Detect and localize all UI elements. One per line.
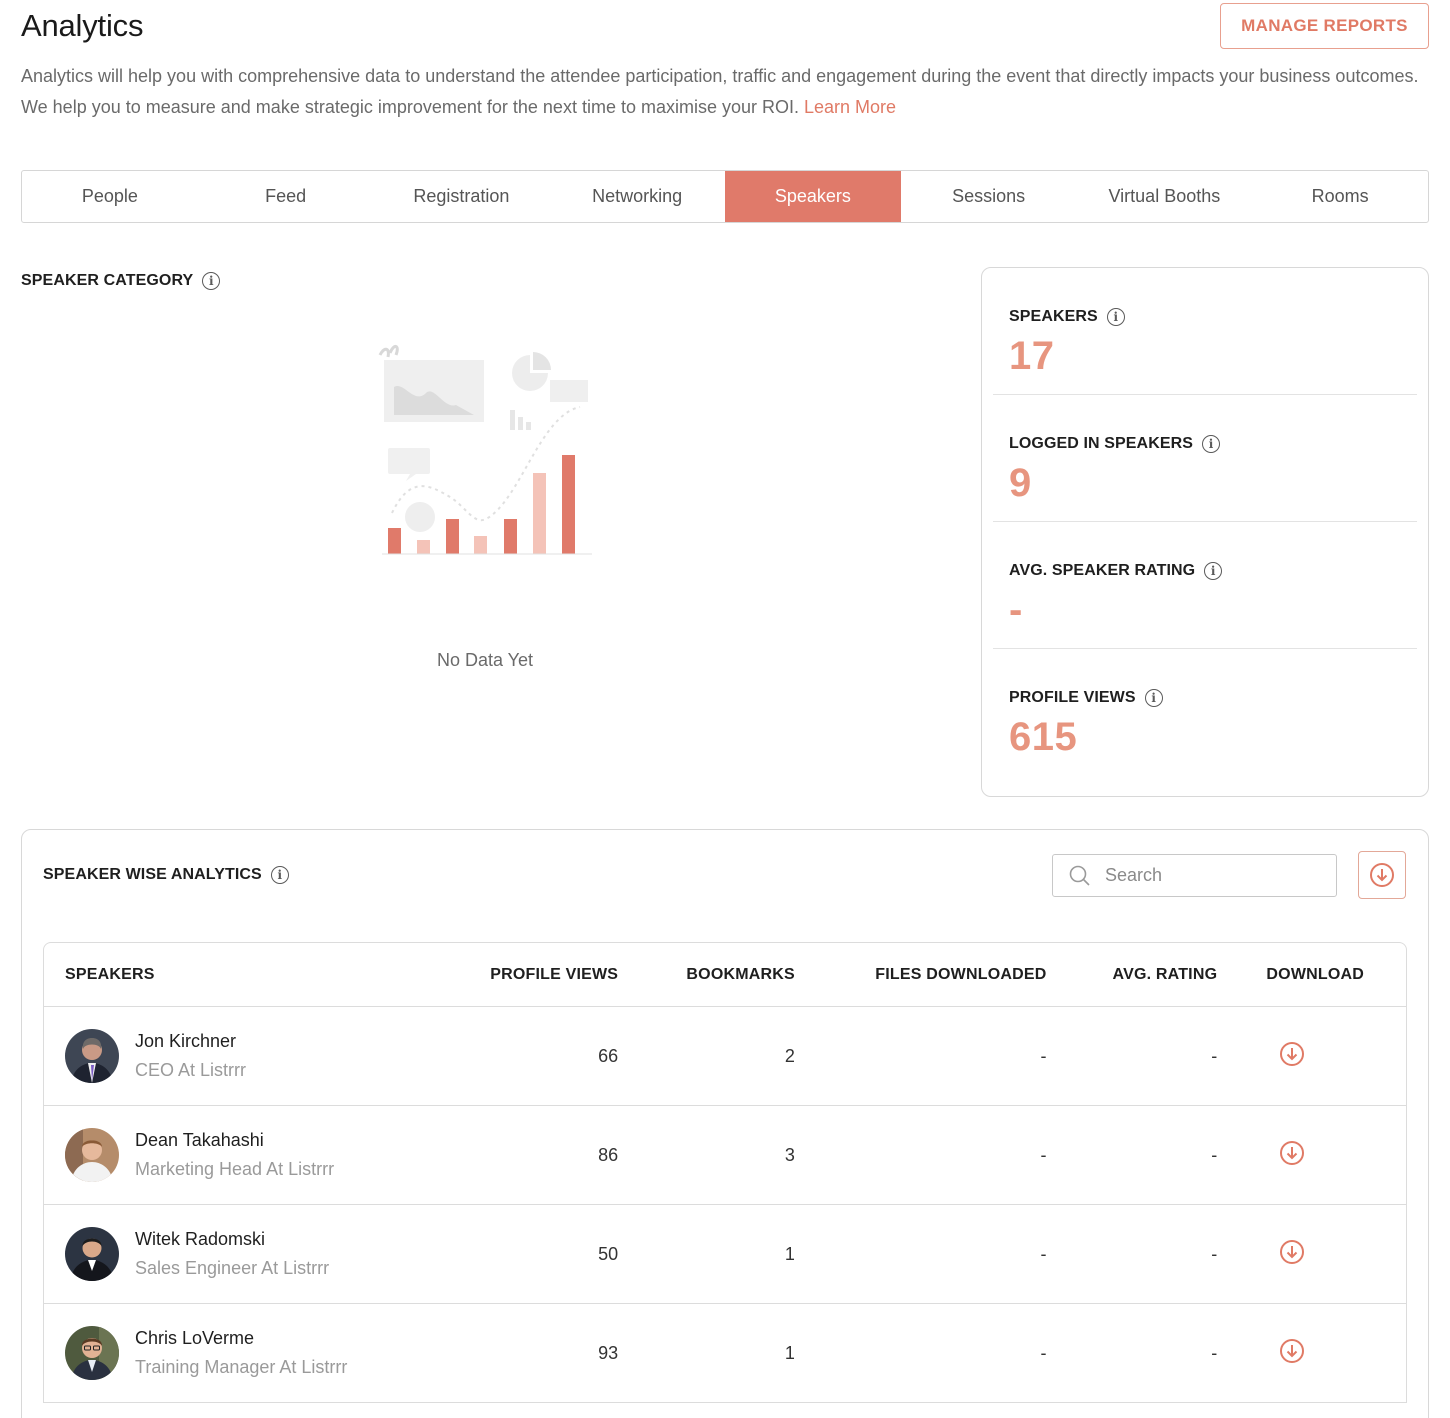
speaker-table: SPEAKERS PROFILE VIEWS BOOKMARKS FILES D…: [43, 942, 1407, 1403]
avg-rating-value: -: [1211, 1045, 1218, 1066]
files-downloaded-value: -: [1040, 1342, 1047, 1363]
table-row: Witek Radomski Sales Engineer At Listrrr …: [44, 1205, 1406, 1304]
bookmarks-value: 2: [784, 1045, 795, 1066]
col-speakers: SPEAKERS: [65, 965, 155, 983]
row-download-button[interactable]: [1279, 1041, 1305, 1067]
tab-registration[interactable]: Registration: [374, 171, 550, 222]
col-bookmarks: BOOKMARKS: [686, 965, 795, 983]
tab-rooms[interactable]: Rooms: [1252, 171, 1428, 222]
speaker-category-header: SPEAKER CATEGORY i: [21, 272, 221, 290]
no-data-text: No Data Yet: [436, 650, 534, 670]
tab-speakers[interactable]: Speakers: [725, 171, 901, 222]
profile-views-value: 50: [598, 1243, 619, 1264]
tab-feed[interactable]: Feed: [198, 171, 374, 222]
search-icon: [1069, 865, 1090, 886]
avg-rating-value: -: [1211, 1144, 1218, 1165]
speaker-name: Witek Radomski: [135, 1229, 266, 1249]
stat-label: PROFILE VIEWS: [1009, 689, 1136, 706]
intro-body: Analytics will help you with comprehensi…: [21, 66, 1419, 117]
avatar: [65, 1128, 119, 1182]
info-icon[interactable]: i: [1144, 689, 1163, 707]
speaker-wise-analytics-card: SPEAKER WISE ANALYTICS i SPEAKERS PROFIL…: [21, 829, 1429, 1418]
avatar: [65, 1227, 119, 1281]
profile-views-value: 66: [598, 1045, 619, 1066]
tab-sessions[interactable]: Sessions: [901, 171, 1077, 222]
download-icon: [1370, 863, 1394, 887]
info-icon[interactable]: i: [270, 866, 289, 884]
files-downloaded-value: -: [1040, 1045, 1047, 1066]
stat-value: 615: [1009, 715, 1078, 759]
table-row: Chris LoVerme Training Manager At Listrrr…: [44, 1304, 1406, 1403]
analytics-tabs: People Feed Registration Networking Spea…: [21, 170, 1429, 223]
speaker-role: Marketing Head At Listrrr: [135, 1159, 335, 1179]
stats-panel: SPEAKERS i 17 LOGGED IN SPEAKERS i 9 AVG. …: [981, 267, 1429, 797]
stat-label: AVG. SPEAKER RATING: [1009, 562, 1196, 579]
search-input[interactable]: [1105, 865, 1325, 886]
tab-networking[interactable]: Networking: [549, 171, 725, 222]
stat-speakers: SPEAKERS i 17: [993, 268, 1417, 395]
bookmarks-value: 1: [784, 1342, 795, 1363]
stat-value: -: [1009, 588, 1023, 632]
stat-profile-views: PROFILE VIEWS i 615: [993, 649, 1417, 776]
info-icon[interactable]: i: [1106, 308, 1125, 326]
table-row: Jon Kirchner CEO At Listrrr 66 2 - -: [44, 1007, 1406, 1106]
table-header: SPEAKERS PROFILE VIEWS BOOKMARKS FILES D…: [44, 943, 1406, 1007]
row-download-button[interactable]: [1279, 1338, 1305, 1364]
download-icon: [1279, 1041, 1304, 1066]
col-download: DOWNLOAD: [1266, 965, 1365, 983]
speaker-role: Sales Engineer At Listrrr: [135, 1258, 330, 1278]
profile-views-value: 93: [598, 1342, 619, 1363]
info-icon[interactable]: i: [202, 272, 221, 290]
download-icon: [1279, 1140, 1304, 1165]
files-downloaded-value: -: [1040, 1243, 1047, 1264]
learn-more-link[interactable]: Learn More: [804, 97, 896, 117]
profile-views-value: 86: [598, 1144, 619, 1165]
speaker-role: Training Manager At Listrrr: [135, 1357, 348, 1377]
page-title: Analytics: [21, 8, 144, 43]
avatar: [65, 1326, 119, 1380]
speaker-wise-title: SPEAKER WISE ANALYTICS: [43, 866, 262, 883]
download-icon: [1279, 1239, 1304, 1264]
col-files-downloaded: FILES DOWNLOADED: [875, 965, 1047, 983]
stat-value: 17: [1009, 334, 1055, 378]
download-icon: [1279, 1338, 1304, 1363]
bookmarks-value: 3: [784, 1144, 795, 1165]
bookmarks-value: 1: [784, 1243, 795, 1264]
empty-chart-illustration: [378, 345, 592, 555]
table-row: Dean Takahashi Marketing Head At Listrrr …: [44, 1106, 1406, 1205]
files-downloaded-value: -: [1040, 1144, 1047, 1165]
col-profile-views: PROFILE VIEWS: [490, 965, 619, 983]
stat-avg-speaker-rating: AVG. SPEAKER RATING i -: [993, 522, 1417, 649]
speaker-name: Dean Takahashi: [135, 1130, 264, 1150]
avatar: [65, 1029, 119, 1083]
avg-rating-value: -: [1211, 1342, 1218, 1363]
info-icon[interactable]: i: [1204, 562, 1223, 580]
speaker-role: CEO At Listrrr: [135, 1060, 247, 1080]
row-download-button[interactable]: [1279, 1239, 1305, 1265]
download-all-button[interactable]: [1358, 851, 1406, 899]
speaker-name: Jon Kirchner: [135, 1031, 237, 1051]
col-avg-rating: AVG. RATING: [1112, 965, 1218, 983]
tab-virtual-booths[interactable]: Virtual Booths: [1077, 171, 1253, 222]
intro-text: Analytics will help you with comprehensi…: [21, 61, 1426, 123]
stat-label: SPEAKERS: [1009, 308, 1098, 325]
stat-label: LOGGED IN SPEAKERS: [1009, 435, 1194, 452]
row-download-button[interactable]: [1279, 1140, 1305, 1166]
search-box: [1052, 854, 1337, 897]
stat-value: 9: [1009, 461, 1032, 505]
speaker-name: Chris LoVerme: [135, 1328, 255, 1348]
tab-people[interactable]: People: [22, 171, 198, 222]
info-icon[interactable]: i: [1202, 435, 1221, 453]
stat-logged-in-speakers: LOGGED IN SPEAKERS i 9: [993, 395, 1417, 522]
avg-rating-value: -: [1211, 1243, 1218, 1264]
speaker-category-title: SPEAKER CATEGORY: [21, 272, 194, 289]
manage-reports-button[interactable]: MANAGE REPORTS: [1220, 3, 1429, 49]
speaker-wise-header: SPEAKER WISE ANALYTICS i: [43, 866, 289, 884]
